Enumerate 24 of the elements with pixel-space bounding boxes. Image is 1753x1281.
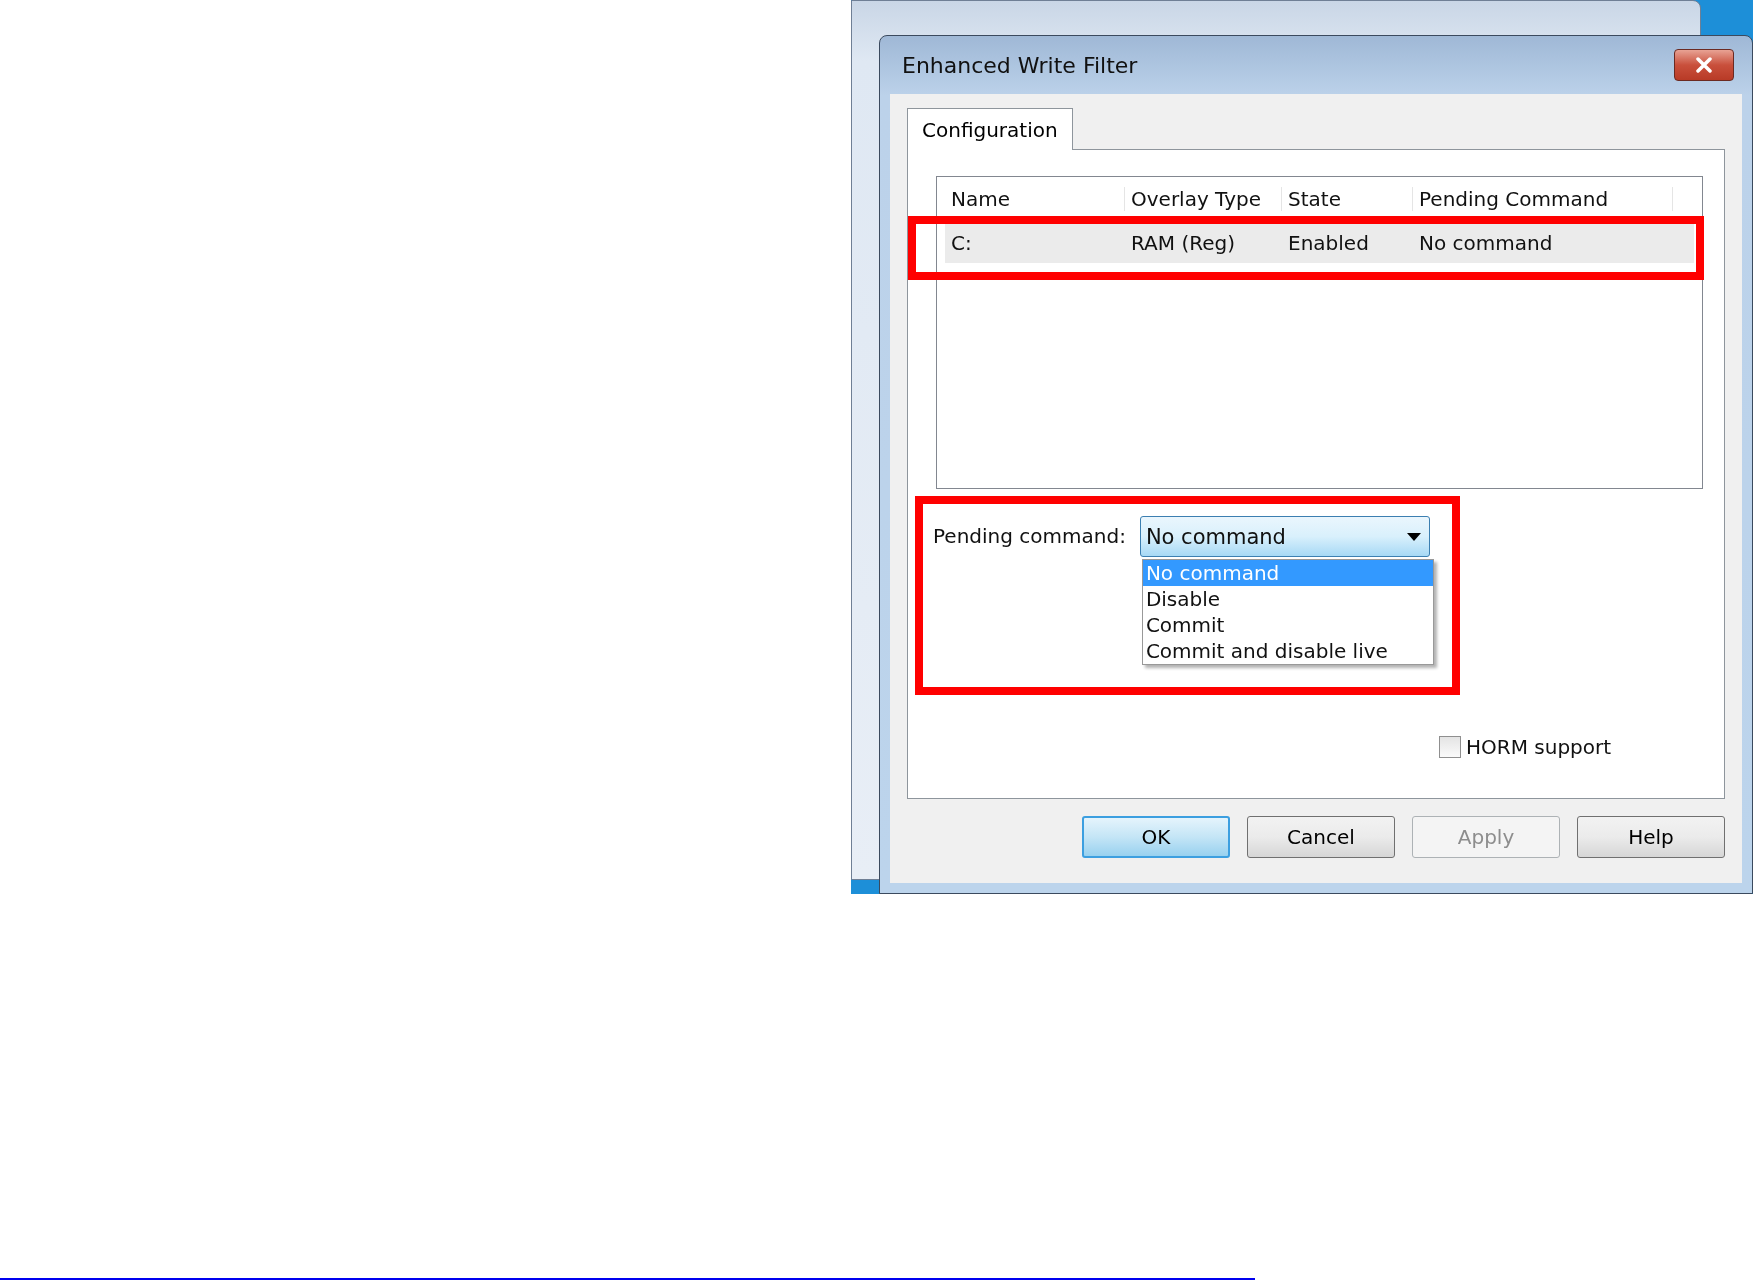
window-title: Enhanced Write Filter: [902, 52, 1138, 78]
column-header[interactable]: Name: [945, 187, 1125, 211]
close-icon: [1693, 57, 1715, 73]
caret-icon: [1406, 532, 1421, 541]
pending-command-label: Pending command:: [933, 523, 1126, 550]
table-cell-text: Enabled: [1287, 231, 1370, 255]
dialog-button[interactable]: Cancel: [1247, 816, 1395, 858]
close-button[interactable]: [1674, 49, 1734, 81]
table-cell-text: No command: [1418, 231, 1554, 255]
dropdown-option[interactable]: Commit and disable live: [1142, 638, 1433, 664]
table-cell-text: C:: [950, 231, 973, 255]
table-cell-text: RAM (Reg): [1130, 231, 1236, 255]
table-row[interactable]: C: RAM (Reg) Enabled No command: [945, 223, 1694, 263]
dialog-button[interactable]: OK: [1082, 816, 1230, 858]
tab[interactable]: Configuration: [907, 108, 1073, 150]
dropdown-option[interactable]: Commit: [1142, 612, 1433, 638]
checkbox-label[interactable]: HORM support: [1466, 735, 1612, 759]
dialog-button[interactable]: Help: [1577, 816, 1725, 858]
dropdown-option[interactable]: Disable: [1142, 586, 1433, 612]
column-header[interactable]: Overlay Type: [1125, 187, 1282, 211]
column-header[interactable]: State: [1282, 187, 1413, 211]
pending-command-dropdown[interactable]: No command: [1139, 516, 1430, 557]
column-header[interactable]: Pending Command: [1413, 187, 1673, 211]
checkbox[interactable]: [1439, 736, 1461, 758]
